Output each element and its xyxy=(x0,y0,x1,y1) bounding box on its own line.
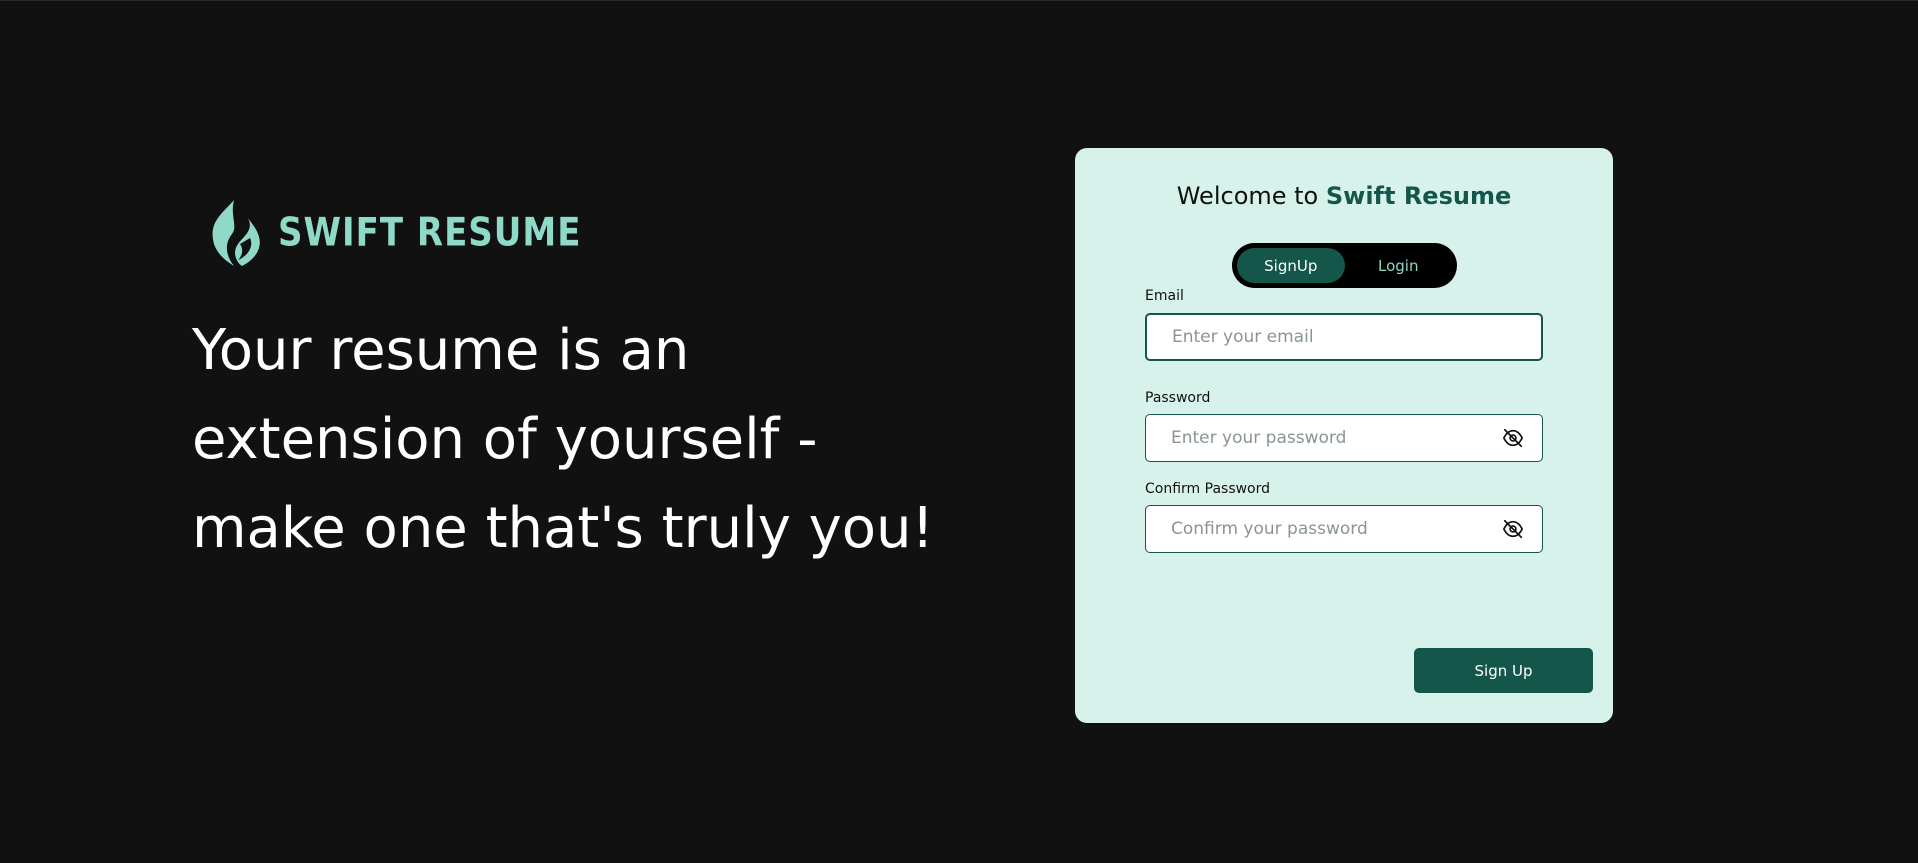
welcome-brand: Swift Resume xyxy=(1325,182,1512,210)
sign-up-button[interactable]: Sign Up xyxy=(1414,648,1593,693)
email-label: Email xyxy=(1145,288,1184,304)
confirm-password-field[interactable] xyxy=(1146,506,1500,552)
confirm-password-field-wrapper xyxy=(1145,505,1543,553)
password-field-wrapper xyxy=(1145,414,1543,462)
top-divider xyxy=(0,0,1918,1)
auth-card: Welcome to Swift Resume SignUp Login Ema… xyxy=(1075,148,1613,723)
tab-signup[interactable]: SignUp xyxy=(1237,248,1345,283)
auth-mode-toggle: SignUp Login xyxy=(1232,243,1457,288)
confirm-password-label: Confirm Password xyxy=(1145,481,1271,497)
hero-tagline: Your resume is an extension of yourself … xyxy=(192,306,992,573)
flame-logo-icon xyxy=(212,200,260,266)
brand-header: SWIFT RESUME xyxy=(204,196,581,270)
password-field[interactable] xyxy=(1146,415,1500,461)
tagline-line-1: Your resume is an xyxy=(192,318,690,383)
welcome-heading: Welcome to Swift Resume xyxy=(1075,182,1613,210)
brand-name: SWIFT RESUME xyxy=(278,210,582,256)
welcome-prefix: Welcome to xyxy=(1176,182,1326,210)
password-label: Password xyxy=(1145,390,1211,406)
eye-off-icon[interactable] xyxy=(1500,516,1526,542)
eye-off-icon[interactable] xyxy=(1500,425,1526,451)
tagline-line-3: make one that's truly you! xyxy=(192,496,934,561)
email-field[interactable] xyxy=(1147,315,1541,359)
tagline-line-2: extension of yourself - xyxy=(192,407,818,472)
tab-login[interactable]: Login xyxy=(1345,248,1453,283)
email-field-wrapper xyxy=(1145,313,1543,361)
